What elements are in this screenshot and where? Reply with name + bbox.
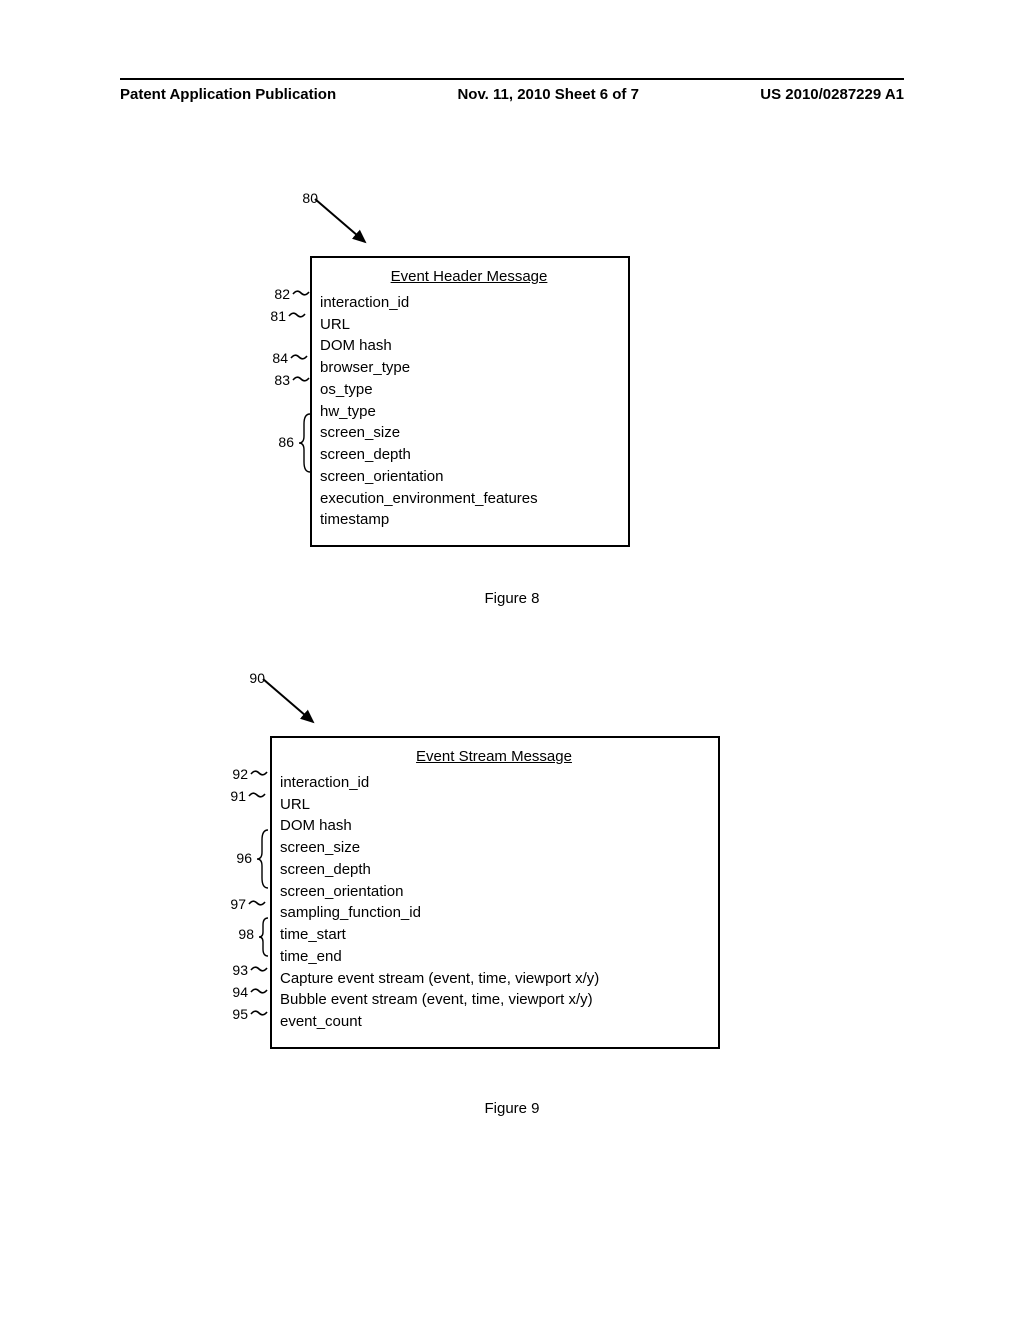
row-hw-type: hw_type bbox=[320, 401, 618, 423]
row-exec-env: execution_environment_features bbox=[320, 488, 618, 510]
ref-84-label: 84 bbox=[258, 350, 288, 366]
tilde-icon bbox=[250, 986, 270, 996]
row-interaction-id: interaction_id bbox=[320, 292, 618, 314]
row-screen-depth: screen_depth bbox=[280, 859, 708, 881]
brace-icon bbox=[256, 828, 270, 890]
row-sampling-fn: sampling_function_id bbox=[280, 902, 708, 924]
figure-8-caption: Figure 8 bbox=[0, 590, 1024, 607]
row-screen-orientation: screen_orientation bbox=[320, 466, 618, 488]
row-browser-type: browser_type bbox=[320, 357, 618, 379]
ref-83-label: 83 bbox=[260, 372, 290, 388]
row-dom-hash: DOM hash bbox=[280, 815, 708, 837]
brace-icon bbox=[258, 916, 270, 958]
header-left: Patent Application Publication bbox=[120, 86, 336, 103]
row-os-type: os_type bbox=[320, 379, 618, 401]
event-header-box: Event Header Message interaction_id URL … bbox=[310, 256, 630, 547]
tilde-icon bbox=[248, 898, 268, 908]
event-stream-title: Event Stream Message bbox=[280, 746, 708, 768]
row-screen-orientation: screen_orientation bbox=[280, 881, 708, 903]
arrow-90-icon bbox=[258, 674, 328, 734]
tilde-icon bbox=[250, 768, 270, 778]
header-center: Nov. 11, 2010 Sheet 6 of 7 bbox=[457, 86, 638, 103]
figure-9-caption: Figure 9 bbox=[0, 1100, 1024, 1117]
tilde-icon bbox=[292, 374, 312, 384]
row-timestamp: timestamp bbox=[320, 509, 618, 531]
row-screen-depth: screen_depth bbox=[320, 444, 618, 466]
ref-96-label: 96 bbox=[222, 850, 252, 866]
tilde-icon bbox=[248, 790, 268, 800]
row-url: URL bbox=[280, 794, 708, 816]
event-stream-box: Event Stream Message interaction_id URL … bbox=[270, 736, 720, 1049]
event-header-title: Event Header Message bbox=[320, 266, 618, 288]
row-url: URL bbox=[320, 314, 618, 336]
tilde-icon bbox=[290, 352, 310, 362]
tilde-icon bbox=[250, 1008, 270, 1018]
row-time-start: time_start bbox=[280, 924, 708, 946]
ref-92-label: 92 bbox=[218, 766, 248, 782]
ref-98-label: 98 bbox=[224, 926, 254, 942]
row-screen-size: screen_size bbox=[320, 422, 618, 444]
header-right: US 2010/0287229 A1 bbox=[760, 86, 904, 103]
row-capture-stream: Capture event stream (event, time, viewp… bbox=[280, 968, 708, 990]
row-dom-hash: DOM hash bbox=[320, 335, 618, 357]
row-bubble-stream: Bubble event stream (event, time, viewpo… bbox=[280, 989, 708, 1011]
ref-82-label: 82 bbox=[260, 286, 290, 302]
arrow-80-icon bbox=[310, 194, 380, 254]
ref-95-label: 95 bbox=[218, 1006, 248, 1022]
ref-97-label: 97 bbox=[216, 896, 246, 912]
ref-94-label: 94 bbox=[218, 984, 248, 1000]
ref-93-label: 93 bbox=[218, 962, 248, 978]
row-event-count: event_count bbox=[280, 1011, 708, 1033]
tilde-icon bbox=[288, 310, 308, 320]
ref-81-label: 81 bbox=[256, 308, 286, 324]
ref-91-label: 91 bbox=[216, 788, 246, 804]
row-time-end: time_end bbox=[280, 946, 708, 968]
tilde-icon bbox=[250, 964, 270, 974]
page-header: Patent Application Publication Nov. 11, … bbox=[120, 78, 904, 103]
brace-icon bbox=[298, 412, 312, 474]
row-screen-size: screen_size bbox=[280, 837, 708, 859]
ref-86-label: 86 bbox=[264, 434, 294, 450]
row-interaction-id: interaction_id bbox=[280, 772, 708, 794]
tilde-icon bbox=[292, 288, 312, 298]
